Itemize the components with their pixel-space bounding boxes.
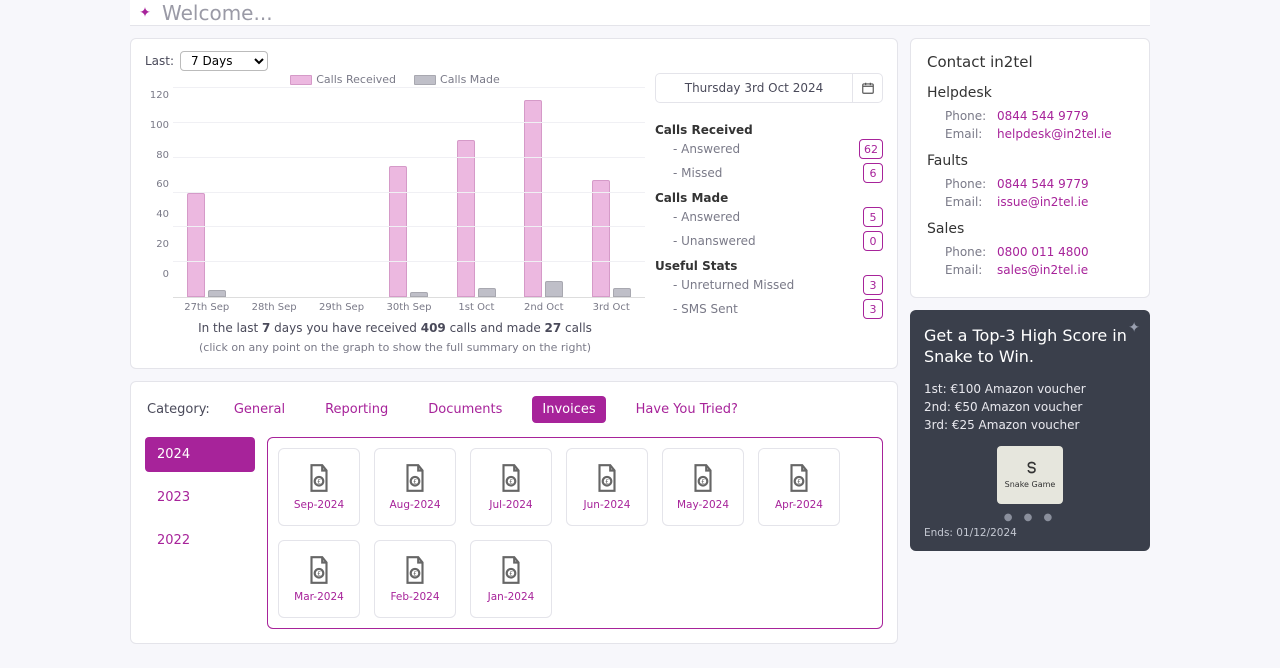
last-label: Last:	[145, 54, 174, 68]
date-picker: Thursday 3rd Oct 2024	[655, 73, 883, 103]
year-tab[interactable]: 2024	[145, 437, 255, 472]
contact-phone[interactable]: 0844 544 9779	[997, 177, 1089, 191]
category-tab[interactable]: Invoices	[532, 396, 605, 423]
stat-row: - Unreturned Missed3	[655, 273, 883, 297]
stat-heading: Calls Made	[655, 191, 883, 205]
svg-text:£: £	[317, 569, 321, 577]
svg-text:£: £	[701, 477, 705, 485]
svg-text:£: £	[509, 569, 513, 577]
svg-text:£: £	[413, 477, 417, 485]
topbar: ✦ Welcome...	[130, 0, 1150, 26]
promo-title: Get a Top-3 High Score in Snake to Win.	[924, 326, 1136, 368]
carousel-dots[interactable]: ● ● ●	[924, 512, 1136, 523]
promo-prize: 3rd: €25 Amazon voucher	[924, 418, 1136, 432]
stat-row: - Answered5	[655, 205, 883, 229]
stat-badge: 5	[863, 207, 883, 227]
invoice-item[interactable]: £Jun-2024	[566, 448, 648, 526]
stat-badge: 6	[863, 163, 883, 183]
category-tab[interactable]: Documents	[418, 396, 512, 423]
contact-section-title: Faults	[927, 153, 1133, 169]
contact-section-title: Helpdesk	[927, 85, 1133, 101]
invoice-grid: £Sep-2024£Aug-2024£Jul-2024£Jun-2024£May…	[267, 437, 883, 629]
invoice-item[interactable]: £May-2024	[662, 448, 744, 526]
stat-heading: Calls Received	[655, 123, 883, 137]
contact-title: Contact in2tel	[927, 53, 1133, 71]
stat-row: - Missed6	[655, 161, 883, 185]
calls-chart[interactable]: 120100806040200	[145, 88, 645, 298]
year-tab[interactable]: 2022	[145, 523, 255, 558]
stat-badge: 62	[859, 139, 883, 159]
contact-phone[interactable]: 0800 011 4800	[997, 245, 1089, 259]
promo-logo-icon: ✦	[1128, 320, 1140, 336]
invoice-item[interactable]: £Aug-2024	[374, 448, 456, 526]
svg-text:£: £	[317, 477, 321, 485]
contact-section-title: Sales	[927, 221, 1133, 237]
category-label: Category:	[147, 402, 210, 417]
stat-heading: Useful Stats	[655, 259, 883, 273]
stat-row: - SMS Sent3	[655, 297, 883, 321]
promo-prize: 1st: €100 Amazon voucher	[924, 382, 1136, 396]
date-display[interactable]: Thursday 3rd Oct 2024	[656, 74, 852, 102]
invoice-item[interactable]: £Jul-2024	[470, 448, 552, 526]
categories-panel: Category: General Reporting Documents Invoi…	[130, 381, 898, 644]
category-tab[interactable]: General	[224, 396, 295, 423]
category-tab[interactable]: Reporting	[315, 396, 398, 423]
stat-row: - Answered62	[655, 137, 883, 161]
svg-text:£: £	[797, 477, 801, 485]
stat-badge: 3	[863, 299, 883, 319]
contact-phone[interactable]: 0844 544 9779	[997, 109, 1089, 123]
contact-email[interactable]: sales@in2tel.ie	[997, 263, 1088, 277]
calendar-icon[interactable]	[852, 74, 882, 102]
page-title: Welcome...	[162, 1, 273, 25]
invoice-item[interactable]: £Feb-2024	[374, 540, 456, 618]
chart-legend: Calls Received Calls Made	[145, 73, 645, 86]
contact-email[interactable]: helpdesk@in2tel.ie	[997, 127, 1112, 141]
dashboard-panel: Last: 7 Days Calls Received Calls Made	[130, 38, 898, 369]
contact-email[interactable]: issue@in2tel.ie	[997, 195, 1088, 209]
invoice-item[interactable]: £Apr-2024	[758, 448, 840, 526]
svg-text:£: £	[509, 477, 513, 485]
promo-prize: 2nd: €50 Amazon voucher	[924, 400, 1136, 414]
year-list: 2024 2023 2022	[145, 437, 255, 629]
svg-text:£: £	[605, 477, 609, 485]
promo-ends: Ends: 01/12/2024	[924, 527, 1136, 539]
year-tab[interactable]: 2023	[145, 480, 255, 515]
brand-logo-icon: ✦	[136, 4, 154, 22]
stat-row: - Unanswered0	[655, 229, 883, 253]
category-tab[interactable]: Have You Tried?	[626, 396, 748, 423]
stats-side: Thursday 3rd Oct 2024 Calls Received- An…	[655, 73, 883, 354]
promo-panel: ✦ Get a Top-3 High Score in Snake to Win…	[910, 310, 1150, 551]
invoice-item[interactable]: £Mar-2024	[278, 540, 360, 618]
svg-text:£: £	[413, 569, 417, 577]
invoice-item[interactable]: £Jan-2024	[470, 540, 552, 618]
snake-game-tile[interactable]: Snake Game	[997, 446, 1063, 504]
chart-subcaption: (click on any point on the graph to show…	[145, 341, 645, 354]
stat-badge: 3	[863, 275, 883, 295]
period-select[interactable]: 7 Days	[180, 51, 268, 71]
chart-caption: In the last 7 days you have received 409…	[145, 321, 645, 335]
contact-panel: Contact in2tel HelpdeskPhone:0844 544 97…	[910, 38, 1150, 298]
stat-badge: 0	[863, 231, 883, 251]
invoice-item[interactable]: £Sep-2024	[278, 448, 360, 526]
